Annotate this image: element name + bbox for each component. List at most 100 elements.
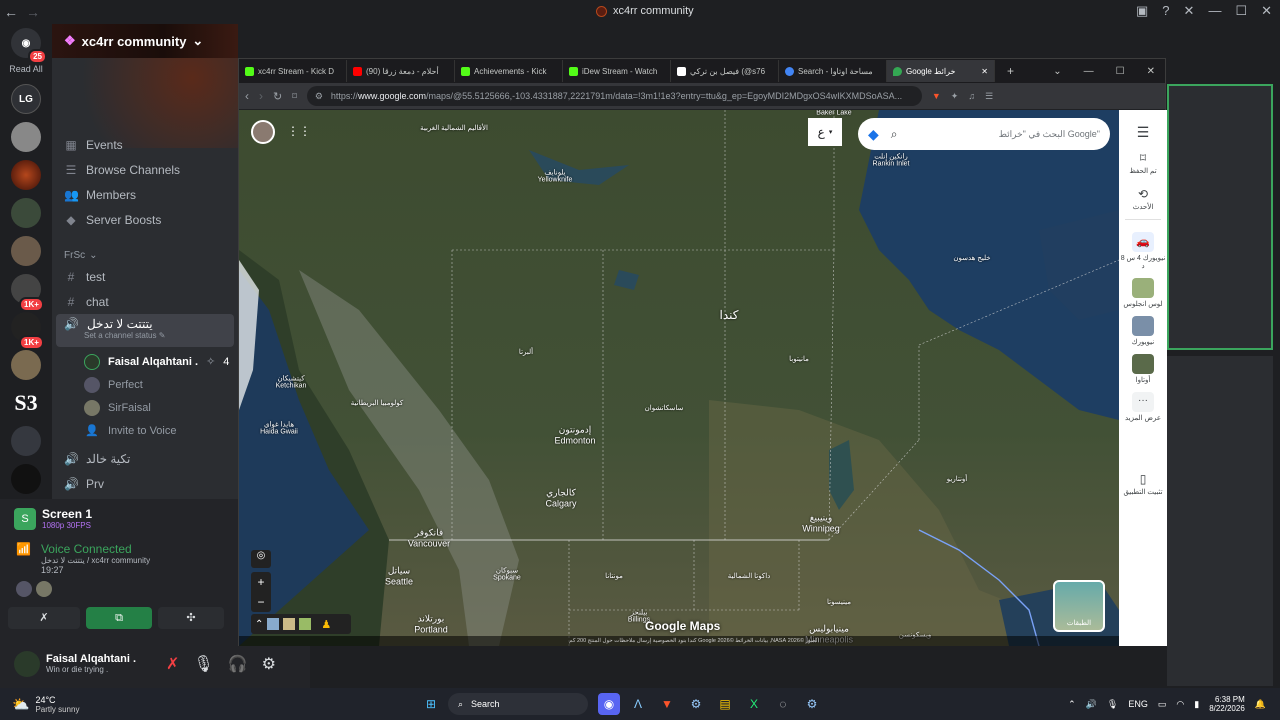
volume-icon[interactable]: 🔊 <box>1086 699 1097 710</box>
read-all-link[interactable]: Read All <box>9 64 43 74</box>
notifications-icon[interactable]: 🔔 <box>1255 699 1266 710</box>
close-icon[interactable]: ✕ <box>1147 66 1155 77</box>
steam-icon[interactable]: ⚙ <box>801 693 823 715</box>
server-icon-6[interactable]: 1K+ <box>11 274 44 312</box>
browser-tab-active[interactable]: Google خرائط ✕ <box>887 60 995 82</box>
menu-members[interactable]: 👥 Members <box>52 182 238 207</box>
map-place-label[interactable]: هايدا غواي Haida Gwaii <box>260 421 298 436</box>
inbox-icon[interactable]: ▣ <box>1136 3 1148 19</box>
weather-widget[interactable]: ⛅ 24°C Partly sunny <box>0 695 420 714</box>
language-indicator[interactable]: ENG <box>1128 699 1148 709</box>
server-icon-lg[interactable]: LG <box>11 84 41 114</box>
share-screen-button[interactable]: ⧉ <box>86 607 152 629</box>
new-tab-icon[interactable]: + <box>1007 64 1014 78</box>
menu-browse-channels[interactable]: ☰ Browse Channels <box>52 157 238 182</box>
map-place-label[interactable]: كندا <box>720 308 739 322</box>
map-place-label[interactable]: مانيتوبا <box>789 355 809 363</box>
menu-icon[interactable]: ☰ <box>1119 124 1167 141</box>
map-place-label[interactable]: رانكين إنلت Rankin Inlet <box>873 153 910 168</box>
help-icon[interactable]: ? <box>1162 3 1169 19</box>
map-place-label[interactable]: أونتاريو <box>947 475 967 483</box>
browser-tab[interactable]: Achievements - Kick <box>455 60 563 82</box>
recent-item[interactable]: ⟲ الأحدث <box>1119 187 1167 211</box>
tools-icon[interactable]: ✕ <box>1184 3 1195 19</box>
voice-channel[interactable]: 🔊 Prv <box>52 471 238 496</box>
browser-tab[interactable]: xc4rr Stream - Kick D <box>239 60 347 82</box>
voice-user[interactable]: SirFaisal <box>52 396 238 419</box>
zoom-in-button[interactable]: + <box>251 572 271 592</box>
server-icon-5[interactable] <box>11 236 41 266</box>
server-icon-s3[interactable]: S3 <box>11 388 41 418</box>
browser-tab[interactable]: iDew Stream - Watch <box>563 60 671 82</box>
map-place-label[interactable]: الأقاليم الشمالية الغربية <box>420 124 488 132</box>
url-field[interactable]: ⚙ https://www.google.com/maps/@55.5125666… <box>306 86 922 106</box>
server-icon-2[interactable] <box>11 122 41 152</box>
extensions-icon[interactable]: ✦ <box>951 91 959 102</box>
voice-status[interactable]: Voice Connected <box>41 542 150 556</box>
pegman-icon[interactable]: ♟ <box>321 618 331 631</box>
menu-icon[interactable]: ☰ <box>985 91 993 102</box>
zoom-out-button[interactable]: − <box>251 592 271 612</box>
tilt-control-button[interactable]: ع ▾ <box>808 118 842 146</box>
wifi-icon[interactable]: ◠ <box>1176 699 1184 710</box>
server-icon-xc4rr[interactable] <box>11 160 41 190</box>
search-icon[interactable]: ⌕ <box>891 127 898 142</box>
terrain-thumb[interactable] <box>267 618 280 630</box>
stream-panel-top[interactable] <box>1167 84 1273 350</box>
chevron-up-icon[interactable]: ⌃ <box>1068 699 1076 710</box>
map-place-label[interactable]: سياتل Seattle <box>385 566 413 587</box>
user-avatar[interactable] <box>14 650 40 677</box>
voice-user[interactable]: Perfect <box>52 373 238 396</box>
maximize-icon[interactable]: ☐ <box>1235 3 1247 19</box>
menu-server-boosts[interactable]: ◆ Server Boosts <box>52 207 238 232</box>
map-place-label[interactable]: وينيبيغ Winnipeg <box>802 513 840 534</box>
browser-tab[interactable]: (90) أحلام - دمعة زرقا <box>347 60 455 82</box>
map-place-label[interactable]: Baker Lake <box>816 110 851 117</box>
more-button[interactable]: ··· عرض المزيد <box>1119 392 1167 422</box>
close-icon[interactable]: ✕ <box>1261 3 1272 19</box>
brave-icon[interactable]: ▼ <box>656 693 678 715</box>
map-place-label[interactable]: ساسكاتشوان <box>645 404 684 412</box>
mic-icon[interactable]: 🎙 <box>1107 699 1118 710</box>
account-avatar[interactable] <box>251 120 275 144</box>
map-place-label[interactable]: إدمونتون Edmonton <box>554 425 595 446</box>
start-icon[interactable]: ⊞ <box>420 693 442 715</box>
server-header[interactable]: ❖ xc4rr community ⌄ 👤+ <box>52 24 238 148</box>
map-place-label[interactable]: كولومبيا البريطانية <box>351 399 403 407</box>
app-icon[interactable]: ◌ <box>772 693 794 715</box>
channel-status[interactable]: Set a channel status <box>84 331 157 340</box>
map-place-label[interactable]: داكوتا الشمالية <box>728 572 771 580</box>
minimize-icon[interactable]: — <box>1208 3 1221 19</box>
server-icon-4[interactable] <box>11 198 41 228</box>
display-icon[interactable]: ▭ <box>1158 699 1167 710</box>
discord-icon[interactable]: ◉ <box>598 693 620 715</box>
layers-button[interactable]: الطبقات <box>1053 580 1105 632</box>
map-place-label[interactable]: كالجاري Calgary <box>545 488 576 509</box>
stream-panel-bottom[interactable] <box>1167 356 1273 686</box>
direct-messages-button[interactable]: ◉ 25 <box>11 28 47 64</box>
forward-icon[interactable]: › <box>259 89 263 103</box>
tab-list-icon[interactable]: ⌄ <box>1053 66 1061 77</box>
server-icon-11[interactable] <box>11 464 41 494</box>
voice-channel[interactable]: 🔊 تكية خالد <box>52 446 238 471</box>
recent-place[interactable]: نيويورك <box>1119 316 1167 346</box>
server-icon-10[interactable] <box>11 426 41 456</box>
voice-channel-path[interactable]: يتتتت لا تدخل / xc4rr community <box>41 556 150 565</box>
tab-close-icon[interactable]: ✕ <box>981 67 988 76</box>
server-icon-8[interactable] <box>11 350 41 380</box>
map-place-label[interactable]: بورتلاند Portland <box>414 614 448 635</box>
server-icon-7[interactable]: 1K+ <box>11 312 44 350</box>
map-place-label[interactable]: مونتانا <box>605 572 623 580</box>
camera-off-icon[interactable]: ✗ <box>166 654 179 674</box>
file-explorer-icon[interactable]: ▤ <box>714 693 736 715</box>
map-place-label[interactable]: يلونايف Yellowknife <box>538 169 573 184</box>
nvidia-icon[interactable]: Λ <box>627 693 649 715</box>
back-icon[interactable]: ‹ <box>245 89 249 103</box>
channel-test[interactable]: # test <box>52 264 238 289</box>
camera-off-button[interactable]: ✗ <box>8 607 80 629</box>
minimize-icon[interactable]: — <box>1084 66 1094 77</box>
browser-tab[interactable]: Search - مساحة اوتاوا <box>779 60 887 82</box>
browser-tab[interactable]: فيصل بن تركي (@s76 <box>671 60 779 82</box>
channel-chat[interactable]: # chat <box>52 289 238 314</box>
category-header[interactable]: FrSc ⌄ <box>52 242 238 264</box>
